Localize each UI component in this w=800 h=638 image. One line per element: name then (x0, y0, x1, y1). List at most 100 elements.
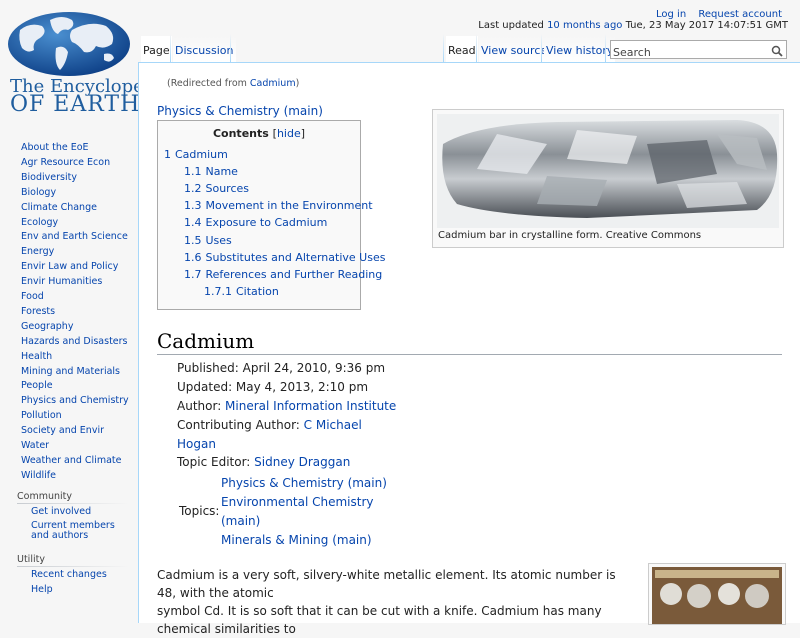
sidebar-item[interactable]: Food (21, 291, 44, 302)
community-item[interactable]: Current members and authors (31, 521, 131, 541)
table-of-contents: Contents [hide] 1 Cadmium 1.1 Name 1.2 Source… (157, 120, 385, 310)
toc-item-label: Substitutes and Alternative Uses (205, 251, 386, 264)
toc-item[interactable]: 1.3 Movement in the Environment (184, 199, 373, 212)
sidebar-item[interactable]: Forests (21, 306, 55, 317)
toc-item-number: 1.6 (184, 251, 202, 264)
cadmium-bar-image[interactable] (437, 114, 779, 228)
sidebar-item[interactable]: Agr Resource Econ (21, 157, 110, 168)
editor-label: Topic Editor: (177, 455, 255, 469)
contributing-author-line: Contributing Author: C Michael (177, 418, 362, 432)
toc-item[interactable]: 1.1 Name (184, 165, 238, 178)
sidebar-item[interactable]: Wildlife (21, 470, 56, 481)
redirect-notice: (Redirected from Cadmium) (167, 78, 299, 89)
toc-item[interactable]: 1.6 Substitutes and Alternative Uses (184, 251, 385, 264)
toc-item-label: Cadmium (175, 148, 228, 161)
tab-separator (605, 34, 606, 62)
tab-separator (230, 34, 231, 62)
toc-item[interactable]: 1.7.1 Citation (204, 285, 279, 298)
last-updated-prefix: Last updated (478, 20, 544, 31)
physics-chemistry-link[interactable]: Physics & Chemistry (main) (157, 104, 323, 118)
search-input[interactable] (611, 44, 765, 61)
request-account-link[interactable]: Request account (698, 9, 782, 20)
updated-date: Updated: May 4, 2013, 2:10 pm (177, 380, 369, 394)
tab-read[interactable]: Read (446, 36, 478, 62)
toc-item[interactable]: 1.2 Sources (184, 182, 249, 195)
sidebar-item[interactable]: Hazards and Disasters (21, 336, 128, 347)
community-item[interactable]: Get involved (31, 507, 131, 517)
sidebar-item[interactable]: Society and Envir (21, 425, 104, 436)
toc-item[interactable]: 1.4 Exposure to Cadmium (184, 216, 327, 229)
sidebar-item[interactable]: Ecology (21, 217, 58, 228)
main-content: (Redirected from Cadmium) Physics & Chem… (138, 62, 800, 636)
toc-item[interactable]: 1.5 Uses (184, 234, 232, 247)
sidebar-item[interactable]: People (21, 380, 53, 391)
topic-link-envchem-cont[interactable]: (main) (221, 514, 260, 528)
toc-item-label: Uses (205, 234, 232, 247)
sidebar-item[interactable]: Energy (21, 246, 54, 257)
paragraph-line: symbol Cd. It is so soft that it can be … (157, 604, 602, 636)
tab-view-source[interactable]: View source (479, 36, 550, 62)
page-title: Cadmium (157, 329, 255, 353)
toc-item[interactable]: 1 Cadmium (164, 148, 228, 161)
last-updated-date: Tue, 23 May 2017 14:07:51 GMT (625, 20, 788, 31)
toc-item-number: 1 (164, 148, 171, 161)
toc-title: Contents [hide] (158, 127, 360, 140)
editor-link[interactable]: Sidney Draggan (254, 455, 350, 469)
toc-item-number: 1.4 (184, 216, 202, 229)
utility-heading: Utility (17, 554, 45, 565)
last-updated-link[interactable]: 10 months ago (547, 20, 622, 31)
toc-item-number: 1.2 (184, 182, 202, 195)
redirect-link[interactable]: Cadmium (250, 78, 296, 89)
toc-item-label: References and Further Reading (205, 268, 383, 281)
sidebar-item[interactable]: Health (21, 351, 52, 362)
author-link[interactable]: Mineral Information Institute (225, 399, 396, 413)
contrib-label: Contributing Author: (177, 418, 304, 432)
tab-discussion[interactable]: Discussion (173, 36, 236, 62)
utility-item[interactable]: Recent changes (31, 570, 131, 580)
sidebar-item[interactable]: About the EoE (21, 142, 89, 153)
toc-item[interactable]: 1.7 References and Further Reading (184, 268, 382, 281)
globe-icon (8, 12, 130, 76)
sidebar-item[interactable]: Water (21, 440, 49, 451)
second-thumbnail[interactable] (648, 563, 786, 627)
sidebar-item[interactable]: Biodiversity (21, 172, 77, 183)
tab-page[interactable]: Page (141, 36, 172, 62)
topic-link-minerals[interactable]: Minerals & Mining (main) (221, 533, 372, 547)
topic-link-physics[interactable]: Physics & Chemistry (main) (221, 476, 387, 490)
toc-item-number: 1.1 (184, 165, 202, 178)
topic-editor-line: Topic Editor: Sidney Draggan (177, 455, 350, 469)
sidebar-item[interactable]: Mining and Materials (21, 366, 120, 377)
cadmium-thumbnail: Cadmium bar in crystalline form. Creativ… (432, 109, 784, 248)
published-date: Published: April 24, 2010, 9:36 pm (177, 361, 386, 375)
title-divider (157, 354, 782, 355)
contrib-author-link-cont[interactable]: Hogan (177, 437, 216, 451)
thumbnail-caption: Cadmium bar in crystalline form. Creativ… (438, 230, 702, 241)
sidebar-item[interactable]: Biology (21, 187, 56, 198)
toc-item-label: Sources (205, 182, 250, 195)
site-logo[interactable]: The Encyclopedia OF EARTH (0, 0, 172, 118)
sidebar-item[interactable]: Physics and Chemistry (21, 395, 129, 406)
toc-heading: Contents (212, 127, 269, 140)
toc-hide-link[interactable]: hide (277, 127, 301, 140)
sidebar-item[interactable]: Weather and Climate (21, 455, 121, 466)
logo-title-line2: OF EARTH (10, 92, 141, 117)
personal-tools: Log in Request account (647, 9, 782, 20)
sidebar-item[interactable]: Envir Humanities (21, 276, 102, 287)
login-link[interactable]: Log in (656, 9, 686, 20)
topic-link-envchem[interactable]: Environmental Chemistry (221, 495, 374, 509)
sidebar-item[interactable]: Geography (21, 321, 73, 332)
utility-item[interactable]: Help (31, 585, 131, 595)
sidebar-item[interactable]: Envir Law and Policy (21, 261, 118, 272)
contrib-author-link[interactable]: C Michael (304, 418, 362, 432)
sidebar-item[interactable]: Pollution (21, 410, 62, 421)
sidebar-item[interactable]: Climate Change (21, 202, 97, 213)
search-icon[interactable] (771, 42, 783, 61)
toc-item-number: 1.3 (184, 199, 202, 212)
paragraph-line: Cadmium is a very soft, silvery-white me… (157, 568, 616, 600)
sidebar-item[interactable]: Env and Earth Science (21, 231, 128, 242)
toc-item-number: 1.5 (184, 234, 202, 247)
portal-divider (17, 566, 129, 567)
intro-paragraph: Cadmium is a very soft, silvery-white me… (157, 566, 632, 638)
last-updated: Last updated 10 months ago Tue, 23 May 2… (478, 20, 788, 31)
author-label: Author: (177, 399, 226, 413)
